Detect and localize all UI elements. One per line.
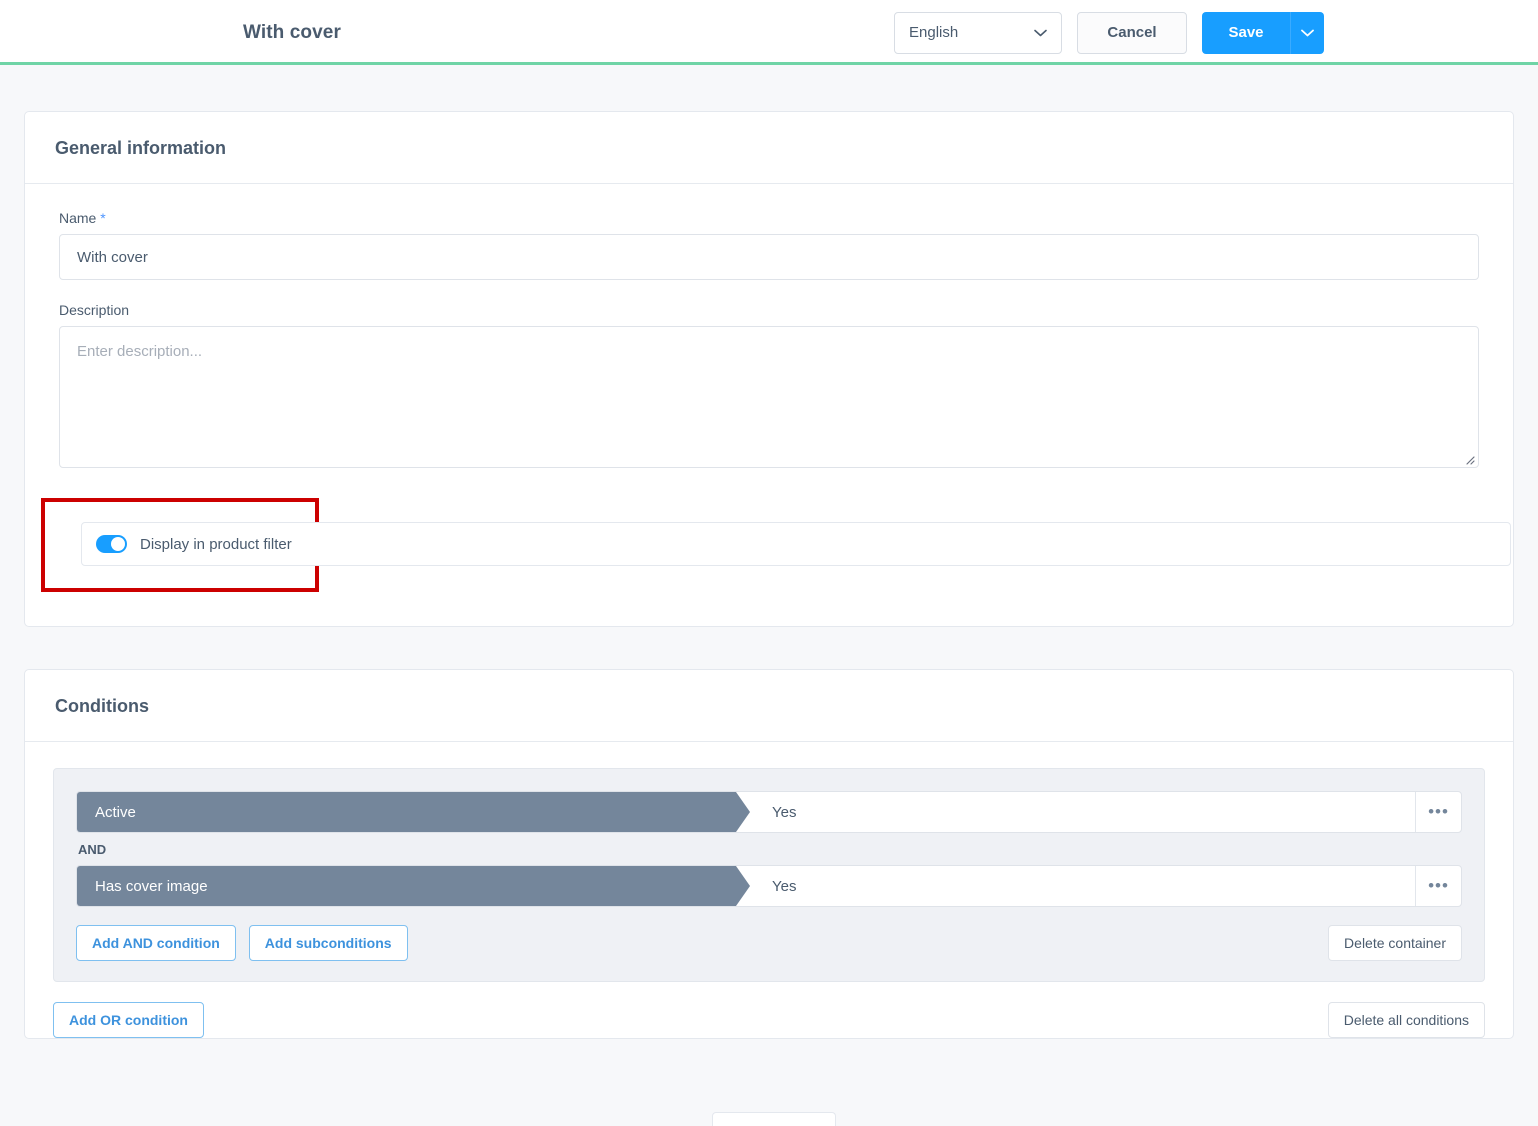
condition-row-menu-button[interactable]: ••• [1415,866,1461,906]
condition-row-menu-button[interactable]: ••• [1415,792,1461,832]
condition-value[interactable]: Yes [750,866,1415,906]
conditions-header: Conditions [25,670,1513,742]
toggle-knob [111,537,125,551]
save-button[interactable]: Save [1202,11,1290,54]
display-in-product-filter-toggle[interactable] [96,535,127,553]
general-information-title: General information [55,138,227,158]
name-field-group: Name * With cover [59,210,1479,280]
condition-container: Active Yes ••• AND Has cover image Yes •… [53,768,1485,982]
save-dropdown-button[interactable] [1290,11,1324,54]
page-title: With cover [243,21,341,43]
display-in-product-filter-label: Display in product filter [140,535,292,553]
condition-row[interactable]: Active Yes ••• [76,791,1462,833]
page-content: General information Name * With cover De… [0,111,1538,1039]
condition-container-actions: Add AND condition Add subconditions Dele… [76,925,1462,961]
description-textarea[interactable]: Enter description... [59,326,1479,468]
general-information-header: General information [25,112,1513,184]
name-input-value: With cover [77,248,148,266]
resize-grip-icon[interactable] [1463,452,1475,465]
required-marker: * [100,210,106,226]
top-toolbar: With cover English Cancel Save [0,0,1538,65]
ellipsis-icon: ••• [1428,802,1449,821]
name-input[interactable]: With cover [59,234,1479,280]
display-in-product-filter-highlight: Display in product filter [41,498,1511,592]
general-information-body: Name * With cover Description Enter desc… [25,184,1513,626]
description-label: Description [59,302,130,318]
cancel-button[interactable]: Cancel [1077,11,1187,54]
conditions-title: Conditions [55,696,149,716]
conditions-body: Active Yes ••• AND Has cover image Yes •… [25,742,1513,1038]
toolbar-actions: English Cancel Save [894,11,1514,54]
condition-value[interactable]: Yes [750,792,1415,832]
conditions-bottom-actions: Add OR condition Delete all conditions [53,982,1485,1038]
description-placeholder: Enter description... [77,343,203,360]
language-select[interactable]: English [894,11,1062,54]
chevron-down-icon [1034,29,1047,37]
add-subconditions-button[interactable]: Add subconditions [248,925,408,961]
description-field-group: Description Enter description... [59,302,1479,468]
language-select-value: English [909,24,959,41]
conditions-card: Conditions Active Yes ••• AND Has cover … [24,669,1514,1039]
condition-operator: AND [78,842,107,857]
name-label: Name * [59,210,1479,226]
add-or-condition-button[interactable]: Add OR condition [53,1002,204,1038]
save-button-group: Save [1202,11,1324,54]
condition-field[interactable]: Has cover image [77,866,750,906]
display-in-product-filter-row[interactable]: Display in product filter [81,522,1511,566]
offscreen-partial-control [712,1112,836,1126]
name-label-text: Name [59,210,97,226]
ellipsis-icon: ••• [1428,876,1449,895]
condition-row[interactable]: Has cover image Yes ••• [76,865,1462,907]
condition-field[interactable]: Active [77,792,750,832]
delete-container-button[interactable]: Delete container [1328,925,1462,961]
add-and-condition-button[interactable]: Add AND condition [76,925,236,961]
general-information-card: General information Name * With cover De… [24,111,1514,627]
chevron-down-icon [1301,29,1314,37]
delete-all-conditions-button[interactable]: Delete all conditions [1327,1002,1485,1038]
accent-divider [0,62,1538,65]
